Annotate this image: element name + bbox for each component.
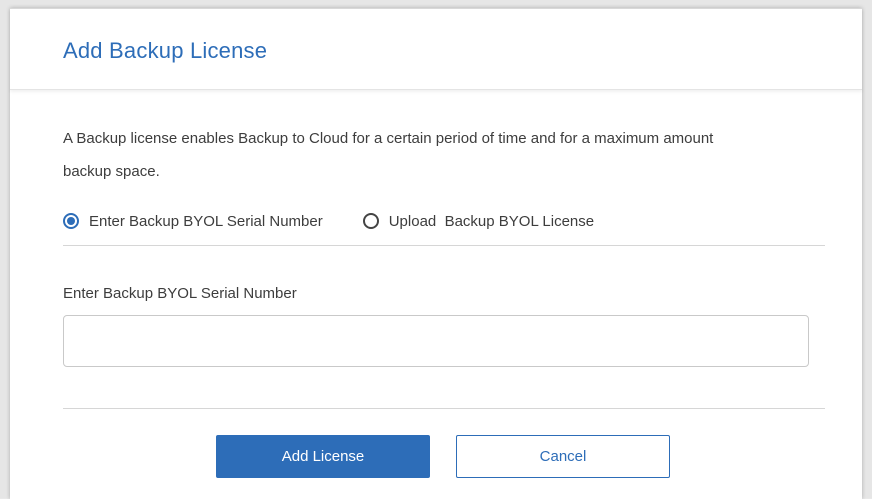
add-backup-license-dialog: Add Backup License A Backup license enab…: [10, 8, 862, 499]
dialog-description: A Backup license enables Backup to Cloud…: [63, 130, 714, 180]
radio-button-selected-icon[interactable]: [63, 213, 79, 229]
radio-option-upload-license[interactable]: Upload Backup BYOL License: [362, 212, 595, 230]
license-method-radio-group: Enter Backup BYOL Serial Number Upload B…: [63, 209, 594, 233]
cancel-button[interactable]: Cancel: [456, 435, 670, 478]
dialog-title: Add Backup License: [63, 38, 268, 63]
radio-label-upload-license: Upload Backup BYOL License: [388, 212, 595, 230]
divider-top: [63, 245, 825, 246]
serial-number-label: Enter Backup BYOL Serial Number: [63, 285, 297, 302]
serial-number-input[interactable]: [63, 315, 809, 367]
divider-bottom: [63, 408, 825, 409]
radio-label-enter-serial: Enter Backup BYOL Serial Number: [89, 212, 323, 230]
radio-button-unselected-icon[interactable]: [362, 213, 379, 229]
dialog-header: Add Backup License: [10, 9, 862, 90]
radio-option-enter-serial[interactable]: Enter Backup BYOL Serial Number: [63, 213, 323, 230]
add-license-button[interactable]: Add License: [216, 435, 430, 478]
